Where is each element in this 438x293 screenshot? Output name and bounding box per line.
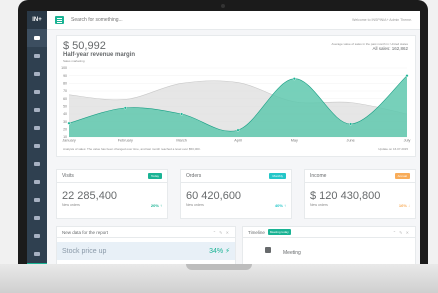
visits-sub: New orders [62, 203, 80, 207]
data-point [180, 112, 184, 116]
y-tick-label: 60 [63, 97, 67, 101]
x-tick-label: July [404, 139, 411, 143]
camera [221, 4, 225, 8]
sidebar-item-dashboard[interactable] [27, 29, 47, 47]
income-sub: New orders [310, 203, 328, 207]
screen: IN+ Welcome to INSPINIA+ Admin Theme. 10… [27, 11, 420, 264]
search-input[interactable] [71, 17, 211, 23]
data-point [123, 106, 127, 110]
y-tick-label: 80 [63, 82, 67, 86]
income-pct: 16% ↓ [398, 203, 410, 208]
visits-value: 22 285,400 [62, 190, 118, 202]
welcome-message: Welcome to INSPINIA+ Admin Theme. [352, 18, 412, 22]
report-panel: New data for the report ⌃ ✎ ✕ Stock price… [56, 226, 236, 264]
income-title: Income [310, 173, 327, 179]
x-tick-label: January [62, 139, 76, 143]
visits-title: Visits [62, 173, 74, 179]
x-tick-label: May [291, 139, 298, 143]
sidebar-item-user[interactable] [27, 83, 47, 101]
sidebar-item-image[interactable] [27, 209, 47, 227]
laptop-icon [34, 180, 40, 184]
desktop-icon [34, 126, 40, 130]
updated-text: Update on 16.07.2015 [378, 147, 408, 151]
y-tick-label: 40 [63, 112, 67, 116]
chart-icon [34, 54, 40, 58]
mail-icon [34, 72, 40, 76]
laptop-notch [186, 264, 252, 270]
data-point [349, 122, 353, 126]
flask-icon [34, 162, 40, 166]
report-title: New data for the report [62, 229, 109, 235]
meeting-badge: Meeting today [267, 229, 291, 235]
stock-label: Stock price up [62, 247, 107, 255]
panel-tools-icon[interactable]: ⌃ ✎ ✕ [213, 230, 230, 235]
revenue-subtitle: Sales marketing [63, 59, 85, 63]
y-tick-label: 50 [63, 105, 67, 109]
table-icon [34, 198, 40, 202]
image-icon [34, 216, 40, 220]
data-point [405, 74, 409, 78]
visits-pct: 20% ↑ [150, 203, 162, 208]
timeline-item[interactable]: Meeting [243, 238, 415, 256]
sidebar: IN+ [27, 11, 47, 264]
briefcase-icon [265, 247, 271, 253]
monthly-badge: Monthly [269, 173, 286, 179]
bolt-icon: ⚡ [225, 248, 230, 255]
y-tick-label: 20 [63, 128, 67, 132]
today-badge: Today [147, 173, 162, 179]
data-point [292, 77, 296, 81]
revenue-value: $ 50,992 [63, 40, 106, 52]
sidebar-item-star[interactable] [27, 263, 47, 264]
menu-toggle-button[interactable] [55, 16, 64, 24]
edit-icon [34, 108, 40, 112]
orders-title: Orders [186, 173, 202, 179]
files-icon [34, 144, 40, 148]
logo[interactable]: IN+ [27, 11, 47, 29]
sidebar-item-sitemap[interactable] [27, 227, 47, 245]
x-tick-label: February [118, 139, 133, 143]
sitemap-icon [34, 234, 40, 238]
visits-box: Visits Today 22 285,400 New orders 20% ↑ [56, 169, 168, 219]
stock-row: Stock price up 34% ⚡ [57, 242, 235, 260]
revenue-panel: 10 20 30 40 50 60 70 80 90 100 January February Marc… [56, 35, 416, 157]
revenue-title: Half-year revenue margin [63, 52, 136, 58]
sidebar-item-table[interactable] [27, 191, 47, 209]
panel-tools-icon[interactable]: ⌃ ✎ ✕ [393, 230, 410, 235]
stock-pct: 34% ⚡ [209, 248, 230, 255]
sidebar-item-laptop[interactable] [27, 173, 47, 191]
sidebar-item-chart[interactable] [27, 47, 47, 65]
data-point [67, 121, 71, 125]
orders-pct: 40% ↑ [274, 203, 286, 208]
annual-badge: Annual [394, 173, 410, 179]
orders-box: Orders Monthly 60 420,600 New orders 40% … [180, 169, 292, 219]
y-tick-label: 70 [63, 89, 67, 93]
sidebar-item-files[interactable] [27, 137, 47, 155]
sidebar-item-magic[interactable] [27, 245, 47, 263]
timeline-item-label: Meeting [283, 250, 301, 256]
sidebar-item-edit[interactable] [27, 101, 47, 119]
sidebar-item-mail[interactable] [27, 65, 47, 83]
sidebar-item-flask[interactable] [27, 155, 47, 173]
timeline-title: Timeline [248, 229, 265, 235]
income-box: Income Annual $ 120 430,800 New orders 16… [304, 169, 416, 219]
sidebar-item-desktop[interactable] [27, 119, 47, 137]
y-tick-label: 90 [63, 74, 67, 78]
dashboard-icon [34, 36, 40, 40]
x-tick-label: March [176, 139, 187, 143]
all-sales: All sales: 162,862 [372, 46, 408, 51]
timeline-panel: Timeline Meeting today ⌃ ✎ ✕ Meeting [242, 226, 416, 264]
y-tick-label: 30 [63, 120, 67, 124]
y-tick-label: 100 [61, 66, 67, 70]
topbar: Welcome to INSPINIA+ Admin Theme. [47, 11, 420, 30]
orders-value: 60 420,600 [186, 190, 242, 202]
x-tick-label: April [234, 139, 242, 143]
magic-icon [34, 252, 40, 256]
user-icon [34, 90, 40, 94]
data-point [236, 128, 240, 132]
income-value: $ 120 430,800 [310, 190, 381, 202]
analysis-text: Analysis of sales: The value has been ch… [63, 147, 201, 151]
x-tick-label: June [347, 139, 355, 143]
orders-sub: New orders [186, 203, 204, 207]
